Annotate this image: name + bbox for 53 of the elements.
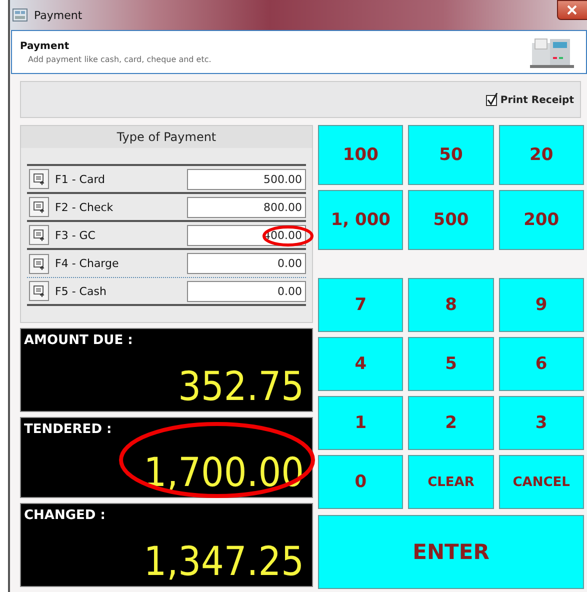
amount-key[interactable]: 50 bbox=[408, 125, 494, 185]
keypad-key[interactable]: 2 bbox=[408, 396, 494, 450]
panel-title: Type of Payment bbox=[21, 126, 312, 148]
close-button[interactable] bbox=[557, 0, 587, 20]
keypad-key[interactable]: 1 bbox=[318, 396, 404, 450]
keypad-key[interactable]: 5 bbox=[408, 337, 494, 391]
amount-key[interactable]: 500 bbox=[408, 190, 494, 250]
highlight-ellipse bbox=[262, 225, 314, 247]
form-icon bbox=[33, 229, 45, 241]
display-label: TENDERED : bbox=[24, 422, 113, 437]
add-payment-button[interactable] bbox=[29, 225, 49, 245]
add-payment-button[interactable] bbox=[29, 169, 49, 189]
amount-key[interactable]: 200 bbox=[498, 190, 584, 250]
form-icon bbox=[33, 258, 45, 270]
header-subtitle: Add payment like cash, card, cheque and etc. bbox=[27, 54, 212, 64]
window-title: Payment bbox=[34, 8, 82, 22]
display-label: CHANGED : bbox=[24, 508, 106, 523]
keypad-key[interactable]: 4 bbox=[318, 337, 404, 391]
amount-key[interactable]: 100 bbox=[318, 125, 404, 185]
keypad-key[interactable]: 8 bbox=[408, 278, 494, 332]
add-payment-button[interactable] bbox=[29, 254, 49, 274]
amount-field[interactable]: 500.00 bbox=[187, 168, 306, 190]
form-icon bbox=[33, 285, 45, 297]
keypad-key[interactable]: CLEAR bbox=[408, 455, 494, 509]
keypad-key[interactable]: 3 bbox=[498, 396, 584, 450]
amount-field[interactable]: 0.00 bbox=[187, 253, 306, 274]
display-value: 352.75 bbox=[178, 365, 304, 409]
close-icon bbox=[567, 5, 577, 15]
display-value: 1,347.25 bbox=[144, 540, 304, 584]
payment-type-label: F3 - GC bbox=[55, 228, 96, 242]
print-receipt-checkbox[interactable]: Print Receipt bbox=[486, 93, 574, 106]
amount-key[interactable]: 20 bbox=[498, 125, 584, 185]
enter-button[interactable]: ENTER bbox=[318, 515, 584, 589]
keypad-key[interactable]: 9 bbox=[498, 278, 584, 332]
payment-type-label: F5 - Cash bbox=[55, 284, 108, 298]
payment-type-label: F2 - Check bbox=[55, 200, 114, 214]
keypad-key[interactable]: 7 bbox=[318, 278, 404, 332]
payment-type-label: F4 - Charge bbox=[55, 257, 120, 270]
add-payment-button[interactable] bbox=[29, 281, 49, 301]
header-title: Payment bbox=[20, 40, 70, 52]
keypad-key[interactable]: CANCEL bbox=[498, 455, 584, 509]
register-icon bbox=[12, 7, 28, 23]
keypad-key[interactable]: 0 bbox=[318, 455, 404, 509]
keypad-key[interactable]: 6 bbox=[498, 337, 584, 391]
amount-field[interactable]: 800.00 bbox=[187, 196, 306, 218]
form-icon bbox=[33, 201, 45, 213]
display-value: 1,700.00 bbox=[144, 451, 304, 495]
add-payment-button[interactable] bbox=[29, 197, 49, 217]
form-icon bbox=[33, 173, 45, 185]
amount-field[interactable]: 0.00 bbox=[187, 280, 306, 302]
display-label: AMOUNT DUE : bbox=[24, 333, 134, 348]
amount-key[interactable]: 1, 000 bbox=[318, 190, 404, 250]
payment-type-label: F1 - Card bbox=[55, 172, 106, 186]
